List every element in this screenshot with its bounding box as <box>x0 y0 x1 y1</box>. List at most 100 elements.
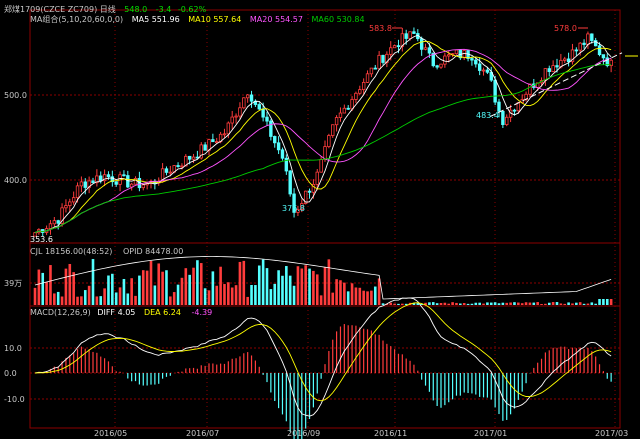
time-axis-label: 2017/01 <box>474 429 508 438</box>
volume-bar <box>370 290 373 305</box>
candle-body <box>273 136 277 144</box>
candle-body <box>582 42 586 45</box>
candle-body <box>555 65 559 68</box>
macd-axis-0: 0.0 <box>4 369 17 378</box>
volume-bar <box>53 293 56 305</box>
volume-bar <box>439 302 443 305</box>
volume-legend: CJL 18156.00(48:52) OPID 84478.00 <box>30 247 183 256</box>
volume-bar <box>331 292 335 305</box>
candle-body <box>586 33 590 45</box>
candle-body <box>435 65 439 68</box>
volume-bar <box>157 263 161 305</box>
candle-body <box>319 159 323 173</box>
candle-body <box>307 190 312 193</box>
candle-body <box>578 42 582 51</box>
candle-body <box>99 175 103 182</box>
candle-body <box>547 68 551 73</box>
candle-body <box>222 133 227 136</box>
candle-body <box>474 59 478 65</box>
candle-body <box>269 120 273 137</box>
volume-bar <box>242 260 246 305</box>
candle-body <box>493 79 497 103</box>
volume-bar <box>161 271 164 305</box>
candle-body <box>346 107 350 110</box>
volume-bar <box>180 277 184 305</box>
volume-bar <box>37 269 41 305</box>
volume-bar <box>45 281 48 305</box>
candle-body <box>331 124 335 136</box>
volume-bar <box>474 302 478 305</box>
candle-body <box>83 181 87 188</box>
ma10-value: MA10 557.64 <box>188 15 242 24</box>
volume-bar <box>196 260 199 305</box>
volume-bar <box>130 278 133 305</box>
candle-body <box>396 45 401 48</box>
volume-bar <box>366 291 369 305</box>
volume-bar <box>118 287 122 305</box>
volume-bar <box>114 292 118 305</box>
candle-body <box>215 141 219 144</box>
volume-bar <box>203 288 207 305</box>
time-axis-label: 2016/05 <box>94 429 128 438</box>
volume-bar <box>60 296 64 305</box>
ma-title: MA组合(5,10,20,60,0,0) <box>30 15 124 24</box>
volume-bar <box>304 265 307 305</box>
volume-bar <box>536 302 539 305</box>
volume-bar <box>68 263 72 305</box>
volume-bar <box>447 303 451 305</box>
price-change: -3.4 <box>155 5 172 14</box>
volume-bar <box>33 287 37 305</box>
volume-bar <box>184 268 188 305</box>
candle-body <box>114 181 118 185</box>
volume-bar <box>107 275 110 305</box>
candle-body <box>64 205 68 209</box>
volume-bar <box>358 287 362 305</box>
volume-bar <box>486 302 489 305</box>
volume-bar <box>517 302 520 305</box>
volume-bar <box>540 303 543 305</box>
volume-bar <box>285 266 288 305</box>
volume-bar <box>373 286 377 305</box>
volume-bar <box>478 302 481 305</box>
candle-body <box>187 155 192 160</box>
candle-body <box>280 149 285 159</box>
candle-body <box>288 170 292 195</box>
annotation-low-1: 376.8 <box>282 204 305 213</box>
volume-bar <box>72 272 75 305</box>
candle-body <box>257 104 261 110</box>
volume-bar <box>563 303 567 305</box>
annotation-low-2: 483.4 <box>476 111 499 120</box>
candle-body <box>211 139 215 143</box>
volume-bar <box>250 285 253 305</box>
candle-body <box>427 47 432 54</box>
volume-bar <box>145 270 149 305</box>
volume-bar <box>227 282 230 305</box>
opid-value: OPID 84478.00 <box>122 247 184 256</box>
candle-body <box>365 73 370 83</box>
volume-bar <box>172 292 176 305</box>
volume-bar <box>466 303 470 305</box>
candle-body <box>342 107 347 114</box>
volume-bar <box>354 287 358 305</box>
candle-body <box>404 33 408 39</box>
macd-axis-10: 10.0 <box>4 344 22 353</box>
volume-bar <box>192 267 195 305</box>
diff-value: DIFF 4.05 <box>97 308 136 317</box>
candle-body <box>512 109 517 112</box>
price-change-pct: -0.62% <box>177 5 207 14</box>
volume-bar <box>451 302 454 305</box>
candle-body <box>477 63 482 71</box>
candle-body <box>423 47 428 50</box>
volume-bar <box>551 302 555 305</box>
volume-bar <box>153 285 157 305</box>
volume-bar <box>64 268 68 305</box>
volume-bar <box>339 280 342 305</box>
volume-bar <box>207 290 211 305</box>
volume-bar <box>257 265 261 305</box>
ma5-value: MA5 551.96 <box>131 15 180 24</box>
time-axis-label: 2017/03 <box>595 429 629 438</box>
volume-bar <box>489 302 493 305</box>
volume-bar <box>83 290 87 305</box>
macd-axis-neg10: -10.0 <box>4 395 25 404</box>
volume-bar <box>176 284 180 305</box>
